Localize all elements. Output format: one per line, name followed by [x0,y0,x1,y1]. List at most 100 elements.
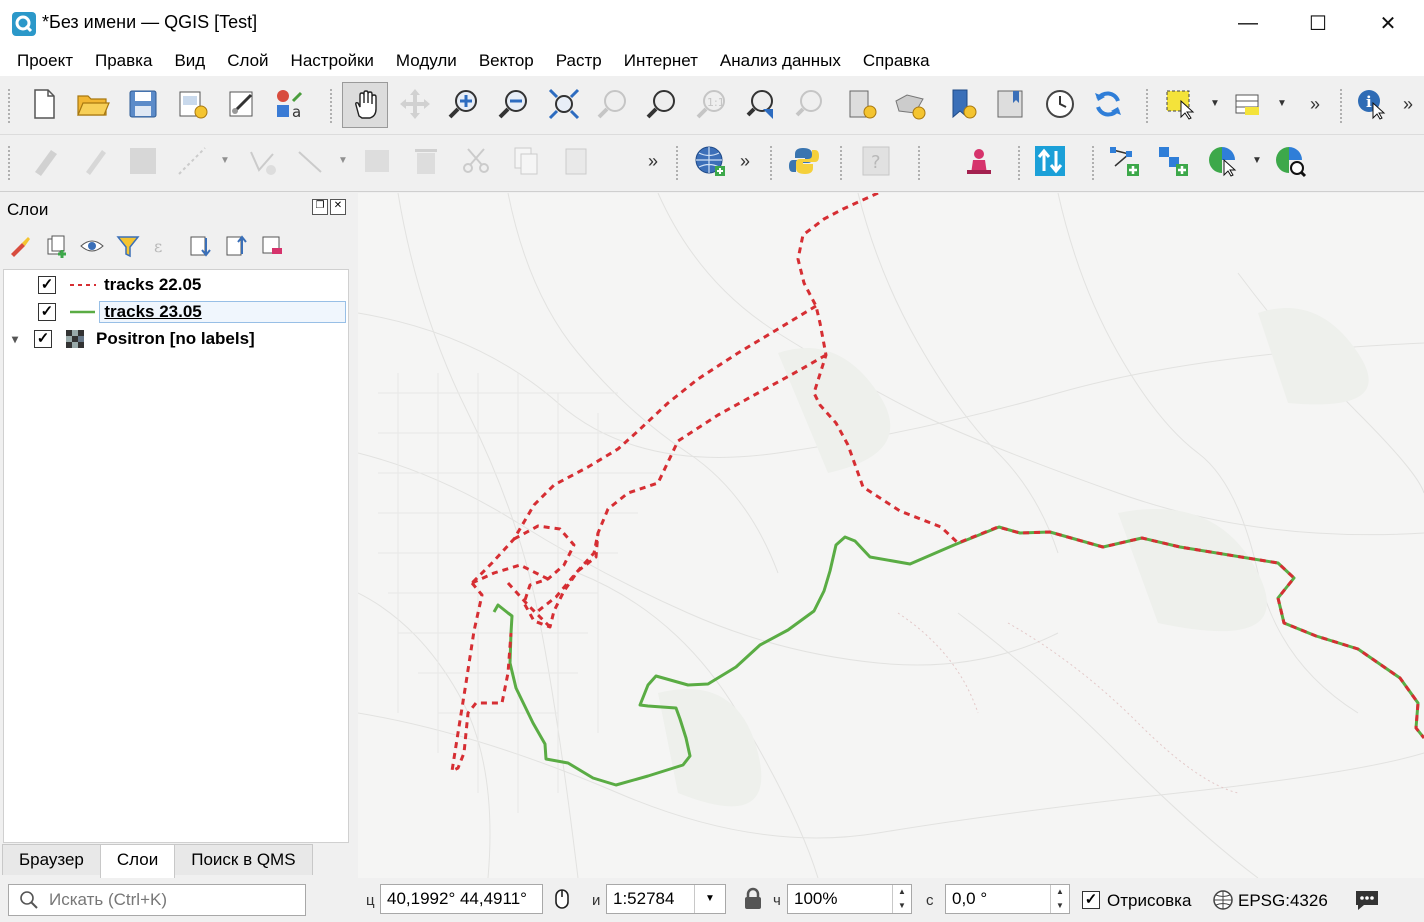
toolbar-overflow-button[interactable]: » [1310,94,1320,115]
temporal-controller-icon[interactable] [990,84,1030,124]
edit-table-icon[interactable] [357,141,397,181]
map-canvas[interactable] [358,193,1424,878]
layer-item[interactable]: ✓ tracks 22.05 [4,272,346,298]
zoom-to-layer-icon[interactable] [642,84,682,124]
chevron-down-icon[interactable]: ▼ [1277,98,1287,109]
zoom-next-icon[interactable] [791,84,831,124]
new-map-view-icon[interactable] [942,84,982,124]
add-group-icon[interactable] [44,234,68,258]
menu-view[interactable]: Вид [163,46,216,76]
zoom-out-icon[interactable] [494,84,534,124]
layer-visibility-checkbox[interactable]: ✓ [38,303,56,321]
menu-raster[interactable]: Растр [545,46,613,76]
paste-features-icon[interactable] [556,141,596,181]
expression-filter-icon[interactable]: ε [152,234,176,258]
spin-arrows-icon[interactable]: ▲ ▼ [892,885,911,913]
menu-settings[interactable]: Настройки [280,46,385,76]
close-panel-icon[interactable]: ✕ [330,199,346,215]
clock-icon[interactable] [1040,84,1080,124]
toolbar-grip[interactable] [1018,146,1024,180]
identify-search-icon[interactable] [1270,141,1310,181]
layer-visibility-checkbox[interactable]: ✓ [38,276,56,294]
menu-vector[interactable]: Вектор [468,46,545,76]
open-project-icon[interactable] [73,84,113,124]
menu-edit[interactable]: Правка [84,46,163,76]
toolbar-grip[interactable] [1146,89,1152,123]
toolbar-grip[interactable] [676,146,682,180]
vertex-tool-icon[interactable] [242,141,282,181]
menu-layer[interactable]: Слой [216,46,279,76]
toolbar-grip[interactable] [1092,146,1098,180]
layer-styling-icon[interactable] [8,234,32,258]
layer-item[interactable]: ▾ ✓ Positron [no labels] [4,326,346,352]
toolbar-grip[interactable] [330,89,336,123]
python-console-icon[interactable] [784,141,824,181]
menu-data-analysis[interactable]: Анализ данных [709,46,852,76]
save-project-icon[interactable] [123,84,163,124]
toolbar-overflow-button[interactable]: » [648,151,658,172]
toolbar-grip[interactable] [770,146,776,180]
modify-attributes-icon[interactable] [290,141,330,181]
zoom-in-icon[interactable] [444,84,484,124]
style-manager-icon[interactable]: a [270,84,310,124]
refresh-icon[interactable] [1088,84,1128,124]
crs-globe-icon[interactable] [1212,889,1234,911]
spin-arrows-icon[interactable]: ▲ ▼ [1050,885,1069,913]
chevron-down-icon[interactable]: ▼ [1210,98,1220,109]
locator-search-input[interactable]: Искать (Ctrl+K) [8,884,306,916]
toolbar-overflow-button[interactable]: » [740,151,750,172]
mouse-cursor-icon[interactable] [551,888,573,910]
add-vertex-icon[interactable] [1104,141,1144,181]
select-features-icon[interactable] [1160,84,1200,124]
digitize-icon[interactable] [172,141,212,181]
open-attribute-table-icon[interactable] [1228,84,1268,124]
chevron-down-icon[interactable]: ▼ [1252,155,1262,166]
help-icon[interactable]: ? [856,141,896,181]
toolbar-grip[interactable] [1340,89,1346,123]
add-part-icon[interactable] [1153,141,1193,181]
menu-plugins[interactable]: Модули [385,46,468,76]
render-checkbox[interactable]: ✓ [1082,891,1100,909]
messages-icon[interactable] [1354,888,1380,912]
expand-arrow-icon[interactable]: ▾ [12,332,18,346]
tab-qms-search[interactable]: Поиск в QMS [174,844,313,875]
zoom-last-icon[interactable] [742,84,782,124]
toolbar-grip[interactable] [8,146,14,180]
toolbar-grip[interactable] [918,146,924,180]
copy-features-icon[interactable] [506,141,546,181]
current-edits-icon[interactable] [26,141,66,181]
minimize-button[interactable]: — [1213,0,1283,46]
pan-icon[interactable] [342,82,388,128]
coordinate-field[interactable]: 40,1992° 44,4911° [380,884,543,914]
zoom-native-icon[interactable]: 1:1 [692,84,732,124]
rotation-spinbox[interactable]: 0,0 ° ▲ ▼ [945,884,1070,914]
chevron-down-icon[interactable]: ▼ [338,155,348,166]
pan-to-selection-icon[interactable] [395,84,435,124]
filter-icon[interactable] [116,234,140,258]
menu-web[interactable]: Интернет [613,46,709,76]
save-edits-icon[interactable] [123,141,163,181]
collapse-all-icon[interactable] [224,234,248,258]
toolbar-grip[interactable] [840,146,846,180]
swap-icon[interactable] [1030,141,1070,181]
visibility-eye-icon[interactable] [80,234,104,258]
toolbar-grip[interactable] [8,89,14,123]
maximize-button[interactable]: ☐ [1283,0,1353,46]
geocoder-icon[interactable] [958,141,998,181]
layer-visibility-checkbox[interactable]: ✓ [34,330,53,348]
layer-item[interactable]: ✓ tracks 23.05 [4,299,346,325]
menu-project[interactable]: Проект [6,46,84,76]
metasearch-icon[interactable] [690,141,730,181]
float-panel-icon[interactable]: ❐ [312,199,328,215]
tab-layers[interactable]: Слои [99,844,176,878]
magnifier-spinbox[interactable]: 100% ▲ ▼ [787,884,912,914]
tab-browser[interactable]: Браузер [2,844,101,875]
scale-combobox[interactable]: 1:52784 ▼ [606,884,726,914]
menu-help[interactable]: Справка [852,46,941,76]
crs-label[interactable]: EPSG:4326 [1238,891,1328,911]
delete-selected-icon[interactable] [406,141,446,181]
show-bookmarks-icon[interactable] [890,84,930,124]
select-by-location-icon[interactable] [1203,141,1243,181]
new-bookmark-icon[interactable] [841,84,881,124]
toggle-editing-icon[interactable] [75,141,115,181]
